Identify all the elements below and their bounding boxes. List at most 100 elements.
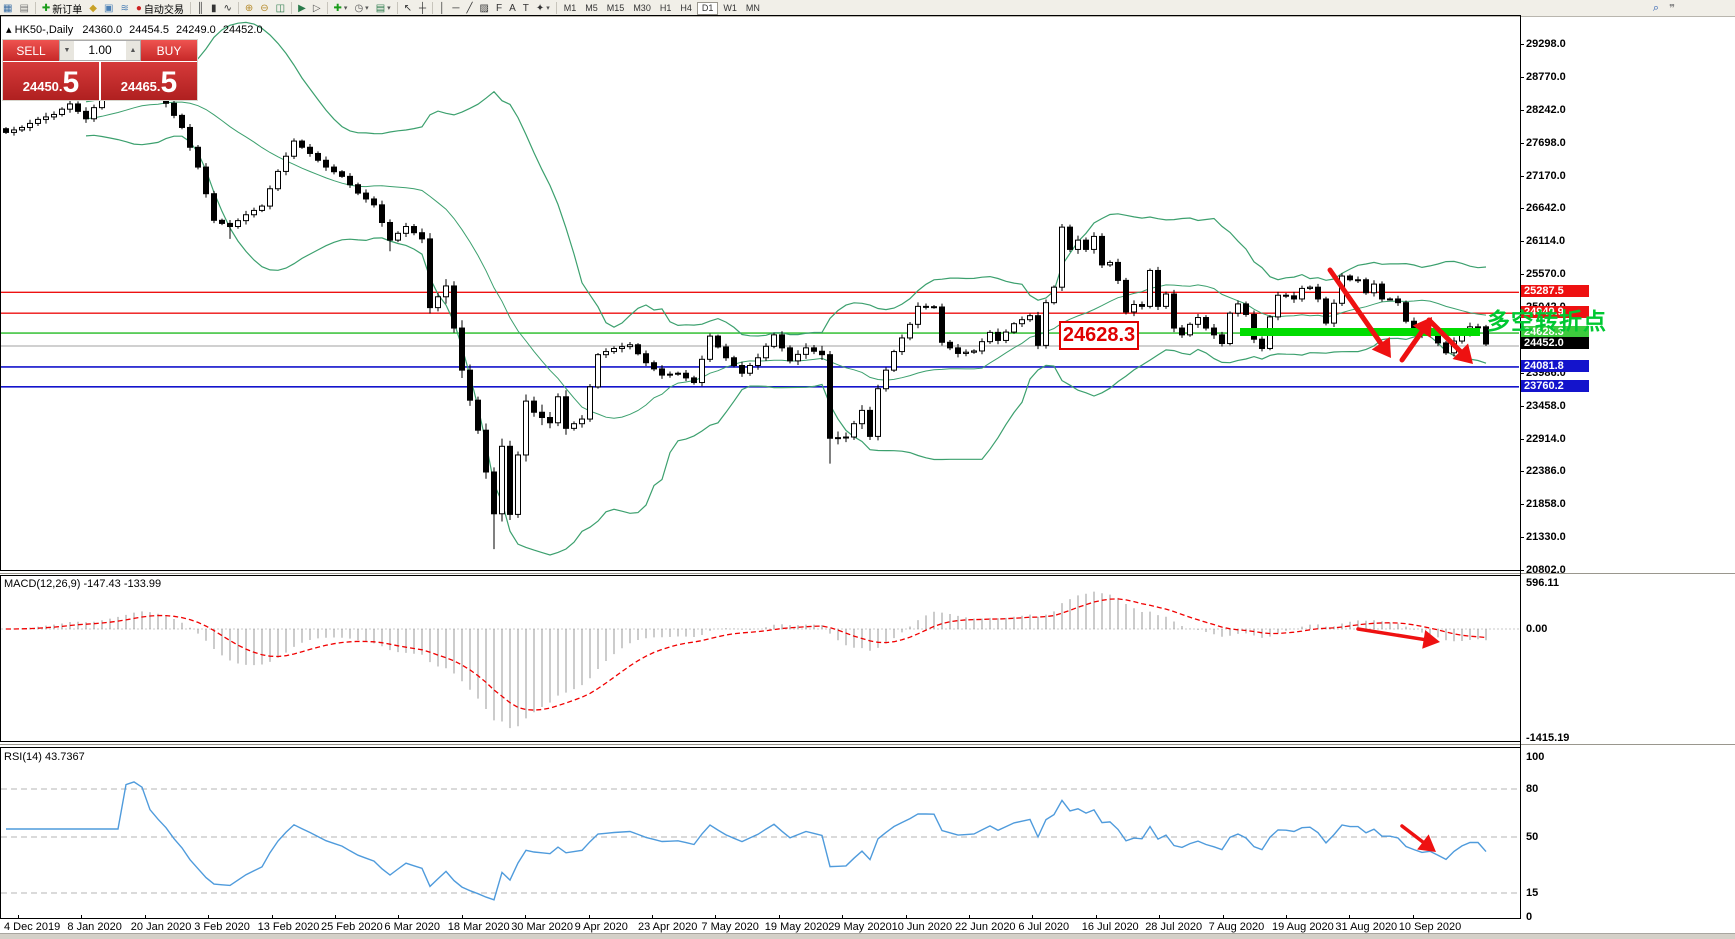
volume-decrease-button[interactable]: ▼ — [60, 41, 74, 60]
date-tick-mark — [398, 915, 399, 919]
price-tick-label: 21330.0 — [1526, 531, 1566, 543]
price-tick-label: 29298.0 — [1526, 38, 1566, 50]
rsi-pane — [1, 782, 1519, 900]
date-tick-mark — [842, 915, 843, 919]
rsi-label: RSI(14) 43.7367 — [4, 751, 85, 763]
price-tick-label: 21858.0 — [1526, 498, 1566, 510]
date-label: 13 Feb 2020 — [258, 921, 320, 933]
date-tick-mark — [715, 915, 716, 919]
annotation-arrow — [1402, 826, 1423, 842]
volume-increase-button[interactable]: ▲ — [126, 41, 140, 60]
date-label: 7 Aug 2020 — [1209, 921, 1265, 933]
buy-price-big-digit: 5 — [161, 69, 178, 97]
date-tick-mark — [906, 915, 907, 919]
price-tick-label: 22386.0 — [1526, 465, 1566, 477]
date-tick-mark — [969, 915, 970, 919]
date-tick-mark — [1349, 915, 1350, 919]
main-chart-frame — [1, 16, 1521, 571]
date-label: 19 May 2020 — [765, 921, 829, 933]
buy-price-display[interactable]: 24465. 5 — [101, 62, 197, 100]
date-tick-mark — [1413, 915, 1414, 919]
date-label: 19 Aug 2020 — [1272, 921, 1334, 933]
main-chart-pane — [1, 22, 1519, 555]
price-tick-label: 28770.0 — [1526, 71, 1566, 83]
price-tick-mark — [1520, 143, 1524, 144]
price-tick-label: 26114.0 — [1526, 235, 1565, 247]
date-label: 31 Aug 2020 — [1335, 921, 1397, 933]
date-label: 22 Jun 2020 — [955, 921, 1016, 933]
bb-upper-band — [86, 22, 1486, 336]
rsi-axis-label: 50 — [1526, 831, 1538, 843]
price-tick-label: 23458.0 — [1526, 400, 1566, 412]
rsi-axis-label: 0 — [1526, 911, 1532, 923]
price-annotation-box[interactable]: 24628.3 — [1059, 321, 1139, 350]
date-tick-mark — [589, 915, 590, 919]
date-tick-mark — [1032, 915, 1033, 919]
price-tick-mark — [1520, 77, 1524, 78]
ohlc-open: 24360.0 — [82, 24, 122, 36]
price-tick-mark — [1520, 176, 1524, 177]
price-tick-mark — [1520, 208, 1524, 209]
price-tick-label: 27170.0 — [1526, 170, 1566, 182]
sell-button[interactable]: SELL — [3, 40, 59, 61]
price-tick-mark — [1520, 110, 1524, 111]
price-tick-mark — [1520, 241, 1524, 242]
date-label: 7 May 2020 — [701, 921, 758, 933]
date-label: 6 Mar 2020 — [384, 921, 440, 933]
price-level-badge: 25287.5 — [1521, 285, 1589, 297]
date-label: 29 May 2020 — [828, 921, 892, 933]
date-label: 28 Jul 2020 — [1145, 921, 1202, 933]
price-tick-label: 25570.0 — [1526, 268, 1566, 280]
date-tick-mark — [779, 915, 780, 919]
date-label: 9 Apr 2020 — [575, 921, 628, 933]
chart-graphics[interactable] — [0, 0, 1735, 939]
price-tick-label: 26642.0 — [1526, 202, 1566, 214]
date-tick-mark — [525, 915, 526, 919]
date-tick-mark — [335, 915, 336, 919]
turning-point-annotation[interactable]: 多空转折点 — [1487, 302, 1607, 336]
date-label: 10 Jun 2020 — [892, 921, 953, 933]
buy-price-main: 24465. — [121, 77, 161, 97]
annotation-arrow — [1358, 629, 1424, 639]
one-click-trade-panel: SELL ▼ 1.00 ▲ BUY 24450. 5 24465. 5 — [2, 39, 198, 101]
macd-axis-label: -1415.19 — [1526, 732, 1569, 744]
macd-signal-line — [6, 599, 1486, 710]
date-tick-mark — [272, 915, 273, 919]
buy-button[interactable]: BUY — [141, 40, 197, 61]
status-bar — [0, 933, 1735, 939]
date-tick-mark — [81, 915, 82, 919]
date-label: 16 Jul 2020 — [1082, 921, 1139, 933]
rsi-axis-label: 15 — [1526, 887, 1538, 899]
sell-price-display[interactable]: 24450. 5 — [3, 62, 99, 100]
price-tick-label: 27698.0 — [1526, 137, 1566, 149]
rsi-line — [6, 782, 1486, 900]
ohlc-low: 24249.0 — [176, 24, 216, 36]
volume-input[interactable]: 1.00 — [74, 41, 126, 60]
trading-platform-window: ▦▤✚新订单◆▣≋●自动交易║▮∿⊕⊖◫▶▷✚▾◷▾▤▾↖┼│─╱▨FAT✦▾M… — [0, 0, 1735, 939]
price-tick-mark — [1520, 537, 1524, 538]
price-tick-label: 20802.0 — [1526, 564, 1566, 576]
date-tick-mark — [652, 915, 653, 919]
macd-pane — [1, 592, 1519, 729]
price-tick-label: 22914.0 — [1526, 433, 1566, 445]
date-tick-mark — [18, 915, 19, 919]
bb-lower-band — [86, 135, 1486, 555]
date-tick-mark — [145, 915, 146, 919]
date-label: 6 Jul 2020 — [1018, 921, 1069, 933]
price-level-badge: 24452.0 — [1521, 337, 1589, 349]
date-tick-mark — [208, 915, 209, 919]
date-label: 4 Dec 2019 — [4, 921, 60, 933]
price-tick-label: 28242.0 — [1526, 104, 1566, 116]
ohlc-close: 24452.0 — [223, 24, 263, 36]
price-tick-mark — [1520, 274, 1524, 275]
price-tick-mark — [1520, 373, 1524, 374]
price-tick-mark — [1520, 570, 1524, 571]
date-label: 8 Jan 2020 — [67, 921, 121, 933]
price-tick-mark — [1520, 471, 1524, 472]
date-tick-mark — [1286, 915, 1287, 919]
date-tick-mark — [1159, 915, 1160, 919]
date-tick-mark — [1096, 915, 1097, 919]
price-level-badge: 23760.2 — [1521, 380, 1589, 392]
price-level-badge: 24081.8 — [1521, 360, 1589, 372]
price-tick-mark — [1520, 439, 1524, 440]
